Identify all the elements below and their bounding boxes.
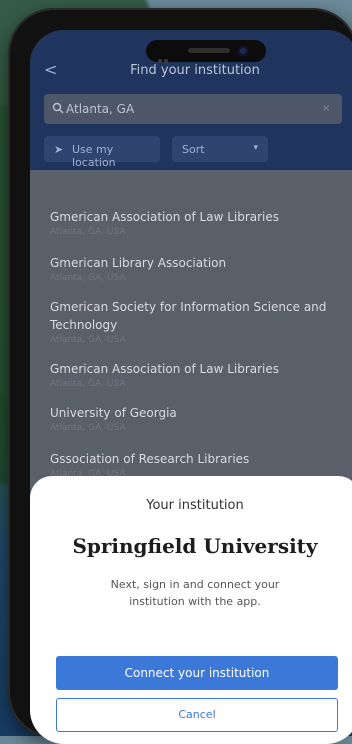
connect-institution-button[interactable]: Connect your institution	[56, 656, 338, 690]
search-input[interactable]: Atlanta, GA ×	[44, 94, 342, 124]
sheet-description: Next, sign in and connect your instituti…	[110, 578, 280, 608]
list-item-name: Gmerican Society for Information Science…	[50, 300, 327, 332]
list-item-name: Gmerican Association of Law Libraries	[50, 362, 280, 376]
list-item[interactable]: Gmerican Association of Law Libraries At…	[50, 360, 342, 390]
location-arrow-icon: ➤	[54, 143, 64, 156]
list-item-name: Gssociation of Research Libraries	[50, 452, 250, 466]
search-icon	[52, 102, 64, 114]
camera-icon	[238, 46, 248, 56]
sort-dropdown[interactable]: Sort ▾	[172, 136, 268, 162]
sheet-label: Your institution	[146, 498, 244, 513]
speaker-icon	[188, 48, 230, 53]
list-item-location: Atlanta, GA, USA	[50, 227, 126, 237]
phone-notch	[146, 40, 266, 63]
sort-label: Sort	[182, 143, 205, 156]
list-item-name: University of Georgia	[50, 406, 177, 420]
phone-frame: < Find your institution Atlanta, GA × ➤ …	[8, 8, 352, 744]
use-location-label: Use my location	[72, 143, 116, 169]
institution-name: Springfield University	[72, 534, 318, 558]
list-item-location: Atlanta, GA, USA	[50, 423, 126, 433]
chevron-down-icon: ▾	[253, 143, 258, 153]
phone-screen: < Find your institution Atlanta, GA × ➤ …	[30, 30, 352, 744]
list-item-name: Gmerican Association of Law Libraries	[50, 210, 280, 224]
list-item[interactable]: University of Georgia Atlanta, GA, USA	[50, 404, 342, 434]
back-icon[interactable]: <	[44, 60, 57, 79]
clear-icon[interactable]: ×	[322, 103, 332, 114]
sensor-dots-icon	[158, 48, 170, 63]
list-item-location: Atlanta, GA, USA	[50, 379, 126, 389]
list-item[interactable]: Gmerican Society for Information Science…	[50, 298, 342, 346]
search-value: Atlanta, GA	[66, 102, 135, 116]
list-item-location: Atlanta, GA, USA	[50, 273, 126, 283]
page-title: Find your institution	[130, 63, 260, 78]
list-item[interactable]: Gmerican Association of Law Libraries At…	[50, 208, 342, 238]
use-location-button[interactable]: ➤ Use my location	[44, 136, 160, 169]
list-item-location: Atlanta, GA, USA	[50, 335, 126, 345]
list-item-name: Gmerican Library Association	[50, 256, 227, 270]
list-item[interactable]: Gmerican Library Association Atlanta, GA…	[50, 254, 342, 284]
cancel-button[interactable]: Cancel	[56, 698, 338, 732]
bottom-sheet: Your institution Springfield University …	[30, 476, 352, 744]
